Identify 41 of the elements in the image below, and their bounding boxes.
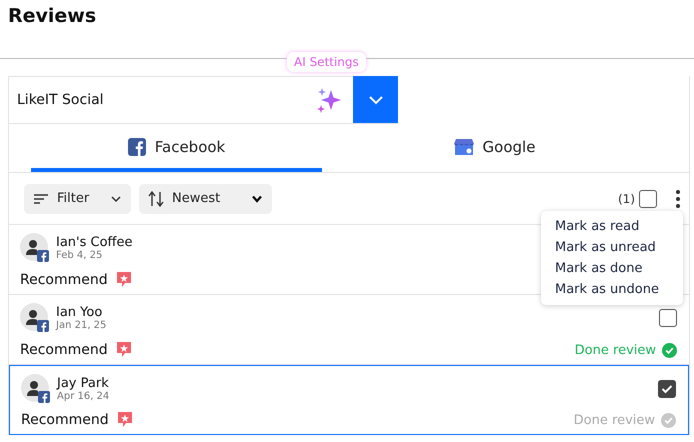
sort-icon — [148, 190, 164, 208]
review-text: Recommend — [21, 412, 109, 428]
platform-tab[interactable]: Facebook — [31, 124, 322, 172]
review-date: Jan 21, 25 — [56, 320, 106, 331]
avatar-icon — [21, 374, 51, 404]
reviewer-name: Ian Yoo — [56, 305, 104, 320]
avatar-icon — [20, 303, 50, 333]
account-select[interactable]: LikeIT Social — [9, 77, 353, 123]
review-checkbox[interactable] — [658, 380, 676, 398]
reviewer-name: Ian's Coffee — [56, 235, 133, 250]
check-circle-icon — [661, 413, 676, 428]
facebook-icon — [128, 138, 146, 156]
menu-item[interactable]: Mark as done — [541, 258, 683, 279]
review-text: Recommend — [20, 342, 108, 358]
select-all-checkbox[interactable] — [639, 190, 657, 208]
store-icon — [454, 138, 474, 156]
selected-count: (1) — [618, 192, 635, 206]
review-checkbox[interactable] — [659, 309, 677, 327]
filter-dropdown[interactable]: Filter — [24, 184, 131, 214]
reviewer-name: Jay Park — [57, 376, 110, 391]
check-circle-icon — [662, 343, 677, 358]
review-text: Recommend — [20, 272, 108, 288]
chevron-down-icon — [368, 94, 384, 104]
page-title: Reviews — [7, 4, 98, 29]
ai-settings-tooltip: AI Settings — [287, 52, 366, 72]
chevron-down-icon — [251, 194, 263, 202]
recommend-icon — [116, 341, 132, 358]
recommend-icon — [116, 411, 133, 428]
review-date: Apr 16, 24 — [57, 391, 110, 402]
filter-icon — [33, 192, 49, 204]
review-date: Feb 4, 25 — [56, 250, 104, 261]
recommend-icon — [116, 271, 132, 288]
sort-dropdown[interactable]: Newest — [139, 184, 272, 214]
chevron-down-icon — [110, 194, 122, 202]
platform-tab[interactable]: Google — [322, 124, 667, 172]
sparkle-icon[interactable] — [317, 87, 343, 113]
avatar-icon — [20, 233, 50, 263]
menu-item[interactable]: Mark as unread — [541, 237, 683, 258]
checkmark-icon — [661, 384, 673, 394]
more-options-icon[interactable] — [675, 188, 681, 208]
review-row[interactable]: Jay Park Apr 16, 24 Recommend Done review — [9, 365, 689, 435]
